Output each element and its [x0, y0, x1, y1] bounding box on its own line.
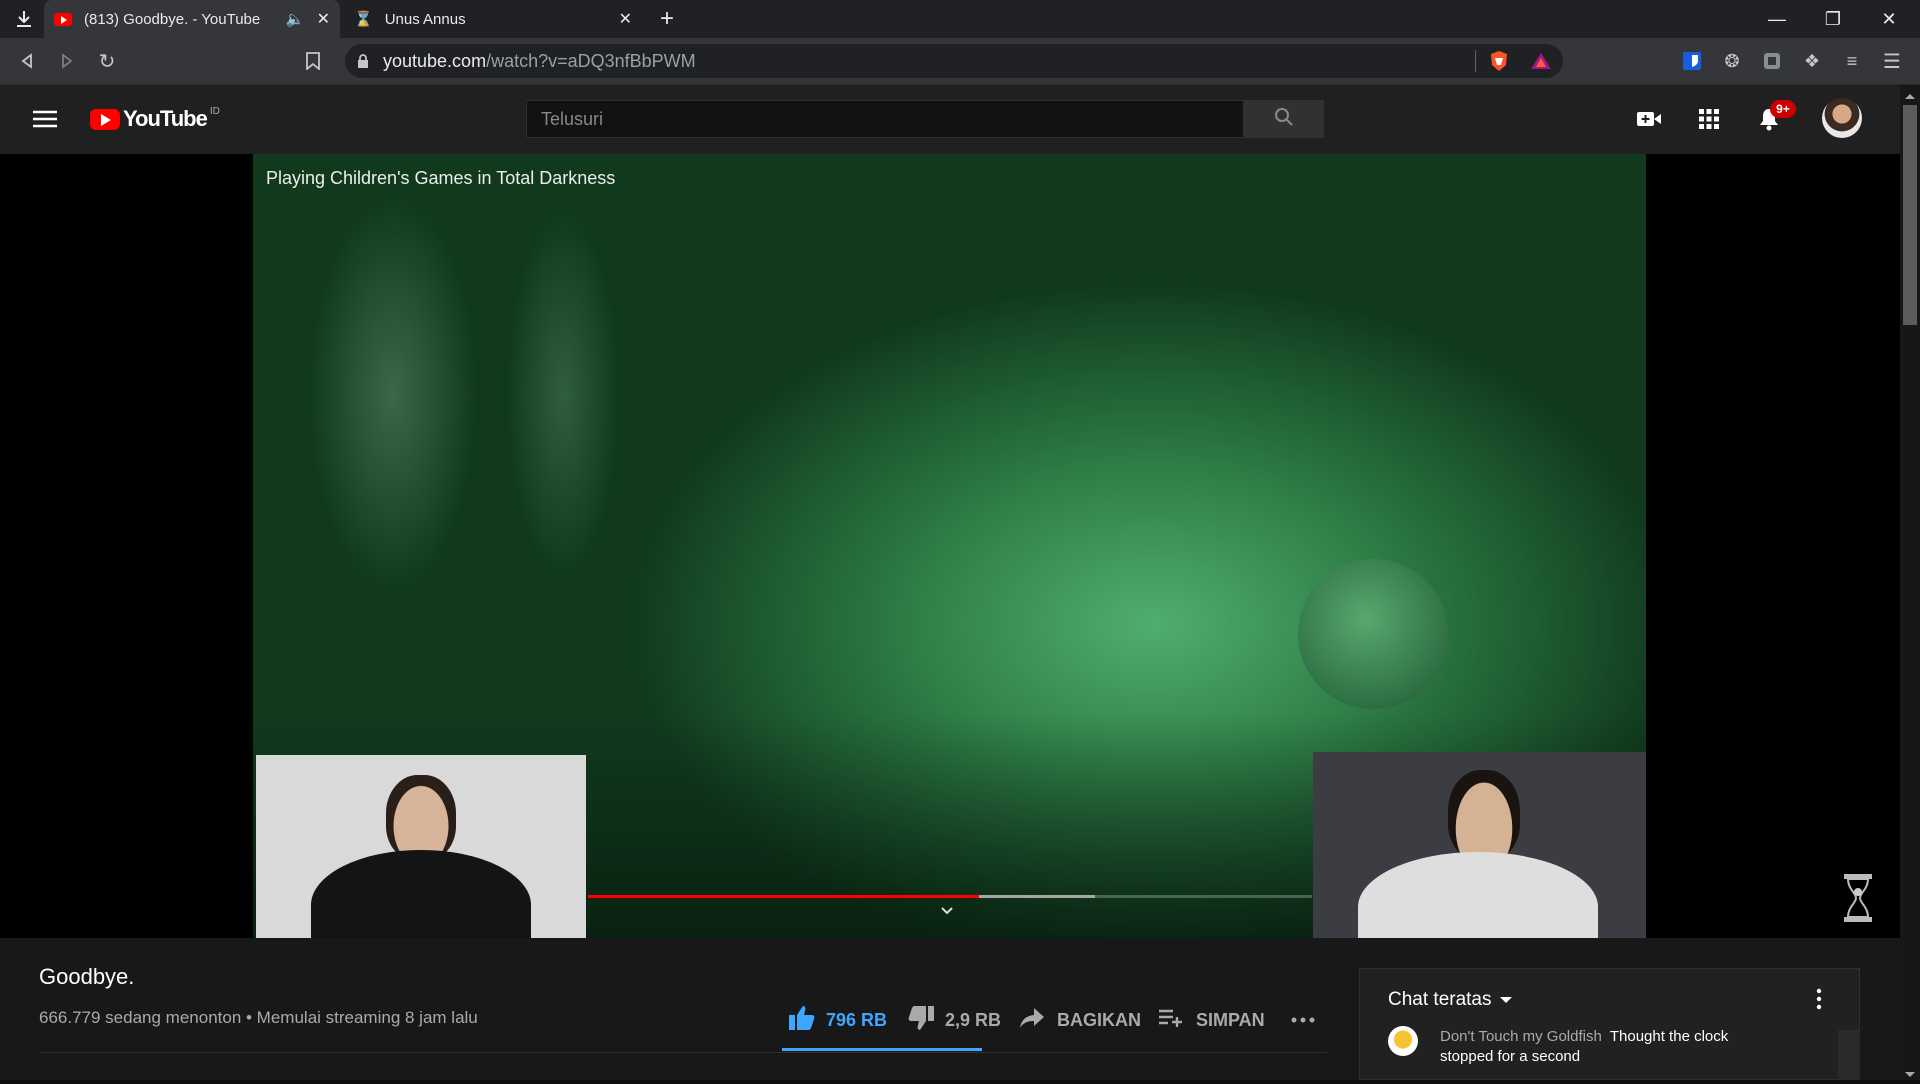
tab-title: (813) Goodbye. - YouTube — [84, 10, 261, 28]
divider — [39, 1052, 1327, 1053]
omnibox-divider — [1475, 50, 1476, 72]
search-icon — [1274, 107, 1294, 132]
guide-menu-icon[interactable] — [28, 104, 62, 134]
video-meta: 666.779 sedang menonton • Memulai stream… — [39, 1008, 478, 1027]
back-icon[interactable] — [12, 46, 42, 76]
webcam-left-inset — [256, 755, 586, 938]
chat-message-text: Thought the clock — [1609, 1028, 1729, 1045]
menu-icon[interactable]: ☰ — [1878, 47, 1906, 75]
close-tab-icon[interactable]: ✕ — [317, 9, 330, 29]
hourglass-watermark-icon[interactable] — [1840, 872, 1876, 924]
tab-youtube[interactable]: (813) Goodbye. - YouTube 🔈 ✕ — [44, 0, 340, 38]
ball-shape — [1298, 559, 1448, 709]
extension-box-icon[interactable] — [1758, 47, 1786, 75]
lock-icon[interactable] — [353, 48, 373, 74]
search-input[interactable]: Telusuri — [526, 100, 1244, 138]
tab-title: Unus Annus — [384, 10, 466, 28]
reload-icon[interactable]: ↻ — [92, 46, 122, 76]
progress-track[interactable] — [588, 895, 1312, 898]
scroll-down-icon[interactable] — [1904, 1066, 1916, 1077]
page-scrollbar-thumb[interactable] — [1903, 105, 1917, 325]
share-arrow-icon — [1019, 1007, 1045, 1034]
close-window-icon[interactable]: ✕ — [1866, 0, 1912, 38]
chat-mode-dropdown[interactable]: Chat teratas — [1388, 988, 1512, 1012]
url-text[interactable]: youtube.com/watch?v=aDQ3nfBbPWM — [383, 49, 696, 73]
search-button[interactable] — [1244, 100, 1324, 138]
progress-played — [588, 895, 979, 898]
youtube-logo[interactable]: YouTube ID — [90, 104, 220, 134]
playlist-add-icon — [1158, 1008, 1184, 1033]
notification-count-badge: 9+ — [1770, 100, 1796, 118]
create-video-icon[interactable] — [1632, 104, 1666, 134]
video-title: Goodbye. — [39, 964, 135, 989]
extensions-puzzle-icon[interactable]: ❖ — [1798, 47, 1826, 75]
tab-unus-annus[interactable]: ⌛ Unus Annus ✕ — [344, 0, 642, 38]
thumbs-down-icon — [907, 1005, 935, 1036]
new-tab-icon[interactable]: + — [652, 4, 682, 34]
brave-shields-icon[interactable] — [1486, 47, 1512, 75]
avatar[interactable] — [1822, 98, 1862, 138]
thumbs-up-icon — [788, 1005, 816, 1036]
chevron-down-icon[interactable] — [940, 903, 960, 917]
brave-rewards-icon[interactable] — [1528, 47, 1554, 75]
legs-shape — [473, 154, 653, 674]
download-icon[interactable] — [8, 6, 40, 32]
video-overlay-title: Playing Children's Games in Total Darkne… — [266, 168, 616, 188]
restore-icon[interactable]: ❐ — [1810, 0, 1856, 38]
chat-more-icon[interactable] — [1816, 988, 1830, 1012]
youtube-favicon-icon — [54, 12, 72, 26]
chat-message-text: stopped for a second — [1440, 1048, 1581, 1065]
dislike-button[interactable]: 2,9 RB — [907, 1004, 1001, 1036]
chat-author-name[interactable]: Don't Touch my Goldfish — [1440, 1028, 1602, 1045]
more-actions-icon[interactable] — [1288, 1004, 1318, 1036]
media-queue-icon[interactable]: ≡ — [1838, 47, 1866, 75]
close-tab-icon[interactable]: ✕ — [619, 9, 632, 29]
minimize-icon[interactable]: — — [1754, 0, 1800, 38]
hourglass-favicon-icon: ⌛ — [354, 11, 373, 28]
like-button[interactable]: 796 RB — [788, 1004, 887, 1036]
apps-grid-icon[interactable] — [1692, 104, 1726, 134]
save-button[interactable]: SIMPAN — [1158, 1004, 1265, 1036]
webcam-right-inset — [1313, 752, 1646, 938]
extension-bird-icon[interactable]: ❂ — [1718, 47, 1746, 75]
chat-scrollbar[interactable] — [1838, 1030, 1860, 1080]
dropdown-arrow-icon — [1499, 997, 1512, 1003]
speaker-icon[interactable]: 🔈 — [286, 10, 305, 28]
forward-icon[interactable] — [52, 46, 82, 76]
like-ratio-bar — [782, 1048, 982, 1051]
youtube-play-icon — [90, 108, 120, 130]
bookmark-icon[interactable] — [298, 46, 328, 76]
chat-message: Don't Touch my Goldfish Thought the clock… — [1440, 1027, 1760, 1067]
chat-author-avatar[interactable] — [1388, 1026, 1418, 1056]
share-button[interactable]: BAGIKAN — [1019, 1004, 1141, 1036]
bitwarden-icon[interactable] — [1678, 47, 1706, 75]
scroll-up-icon[interactable] — [1904, 87, 1916, 99]
